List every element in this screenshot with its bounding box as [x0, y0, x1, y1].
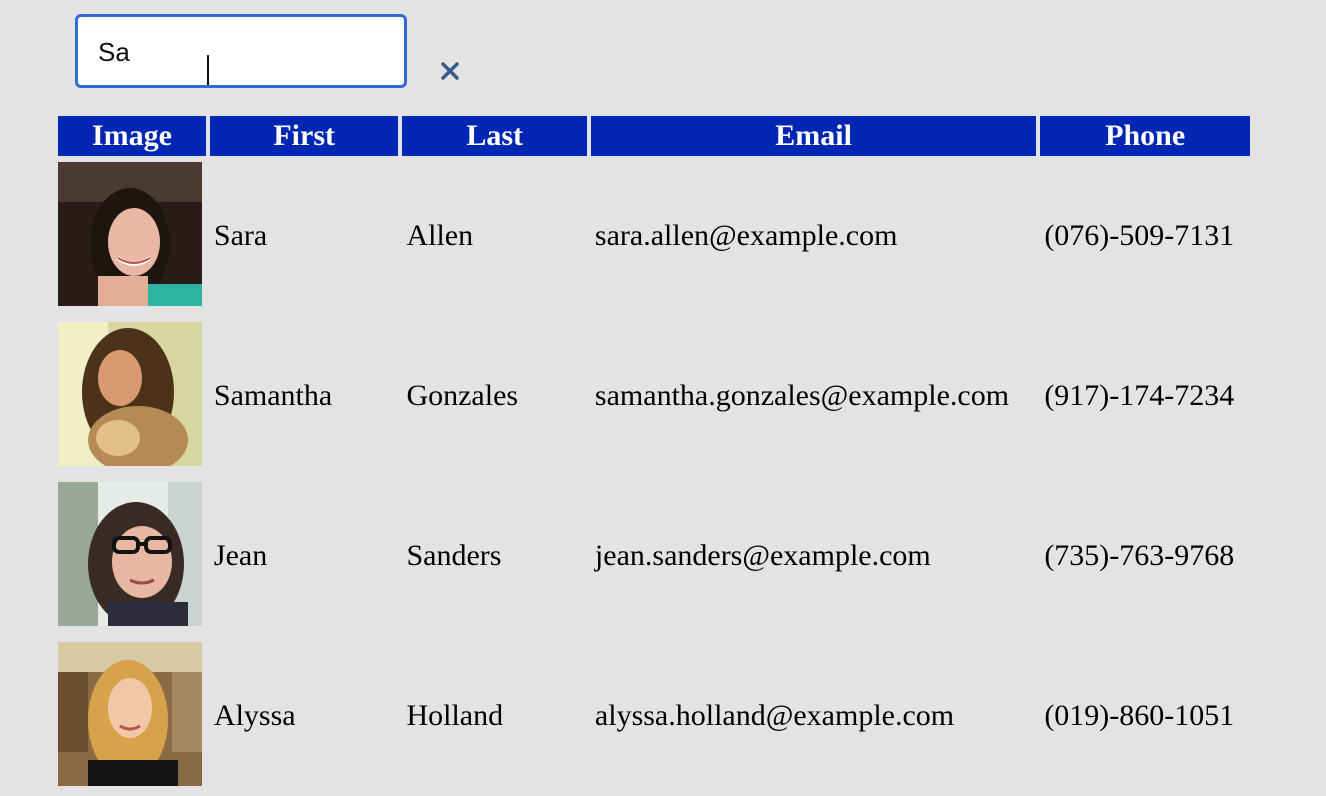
last-name-cell: Gonzales — [406, 379, 519, 412]
first-name-cell: Samantha — [213, 379, 333, 412]
first-name-cell: Sara — [213, 219, 268, 252]
phone-cell: (917)-174-7234 — [1044, 379, 1235, 412]
column-header-last[interactable]: Last — [402, 116, 587, 156]
contacts-table: Image First Last Email Phone Sara Allen … — [58, 116, 1254, 796]
table-row: Alyssa Holland alyssa.holland@example.co… — [58, 636, 1250, 796]
last-name-cell: Holland — [406, 699, 504, 732]
avatar — [58, 162, 202, 306]
phone-cell: (735)-763-9768 — [1044, 539, 1235, 572]
last-name-cell: Allen — [406, 219, 474, 252]
avatar — [58, 322, 202, 466]
phone-cell: (076)-509-7131 — [1044, 219, 1235, 252]
column-header-email[interactable]: Email — [590, 116, 1037, 156]
table-row: Samantha Gonzales samantha.gonzales@exam… — [58, 316, 1250, 476]
email-cell: sara.allen@example.com — [594, 219, 898, 252]
image-cell — [58, 476, 206, 636]
email-cell: jean.sanders@example.com — [594, 539, 931, 572]
clear-search-button[interactable] — [436, 57, 464, 85]
last-name-cell: Sanders — [406, 539, 502, 572]
image-cell — [58, 316, 206, 476]
phone-cell: (019)-860-1051 — [1044, 699, 1235, 732]
image-cell — [58, 156, 206, 316]
avatar — [58, 482, 202, 626]
table-row: Sara Allen sara.allen@example.com (076)-… — [58, 156, 1250, 316]
column-header-first[interactable]: First — [209, 116, 399, 156]
search-box[interactable] — [75, 14, 459, 88]
email-cell: samantha.gonzales@example.com — [594, 379, 1010, 412]
column-header-phone[interactable]: Phone — [1040, 116, 1250, 156]
column-header-image[interactable]: Image — [58, 116, 206, 156]
avatar — [58, 642, 202, 786]
first-name-cell: Jean — [213, 539, 268, 572]
image-cell — [58, 636, 206, 796]
close-icon — [441, 62, 459, 80]
email-cell: alyssa.holland@example.com — [594, 699, 955, 732]
text-caret — [207, 55, 209, 85]
table-row: Jean Sanders jean.sanders@example.com (7… — [58, 476, 1250, 636]
first-name-cell: Alyssa — [213, 699, 296, 732]
table-header-row: Image First Last Email Phone — [58, 116, 1250, 156]
search-input[interactable] — [98, 34, 348, 70]
